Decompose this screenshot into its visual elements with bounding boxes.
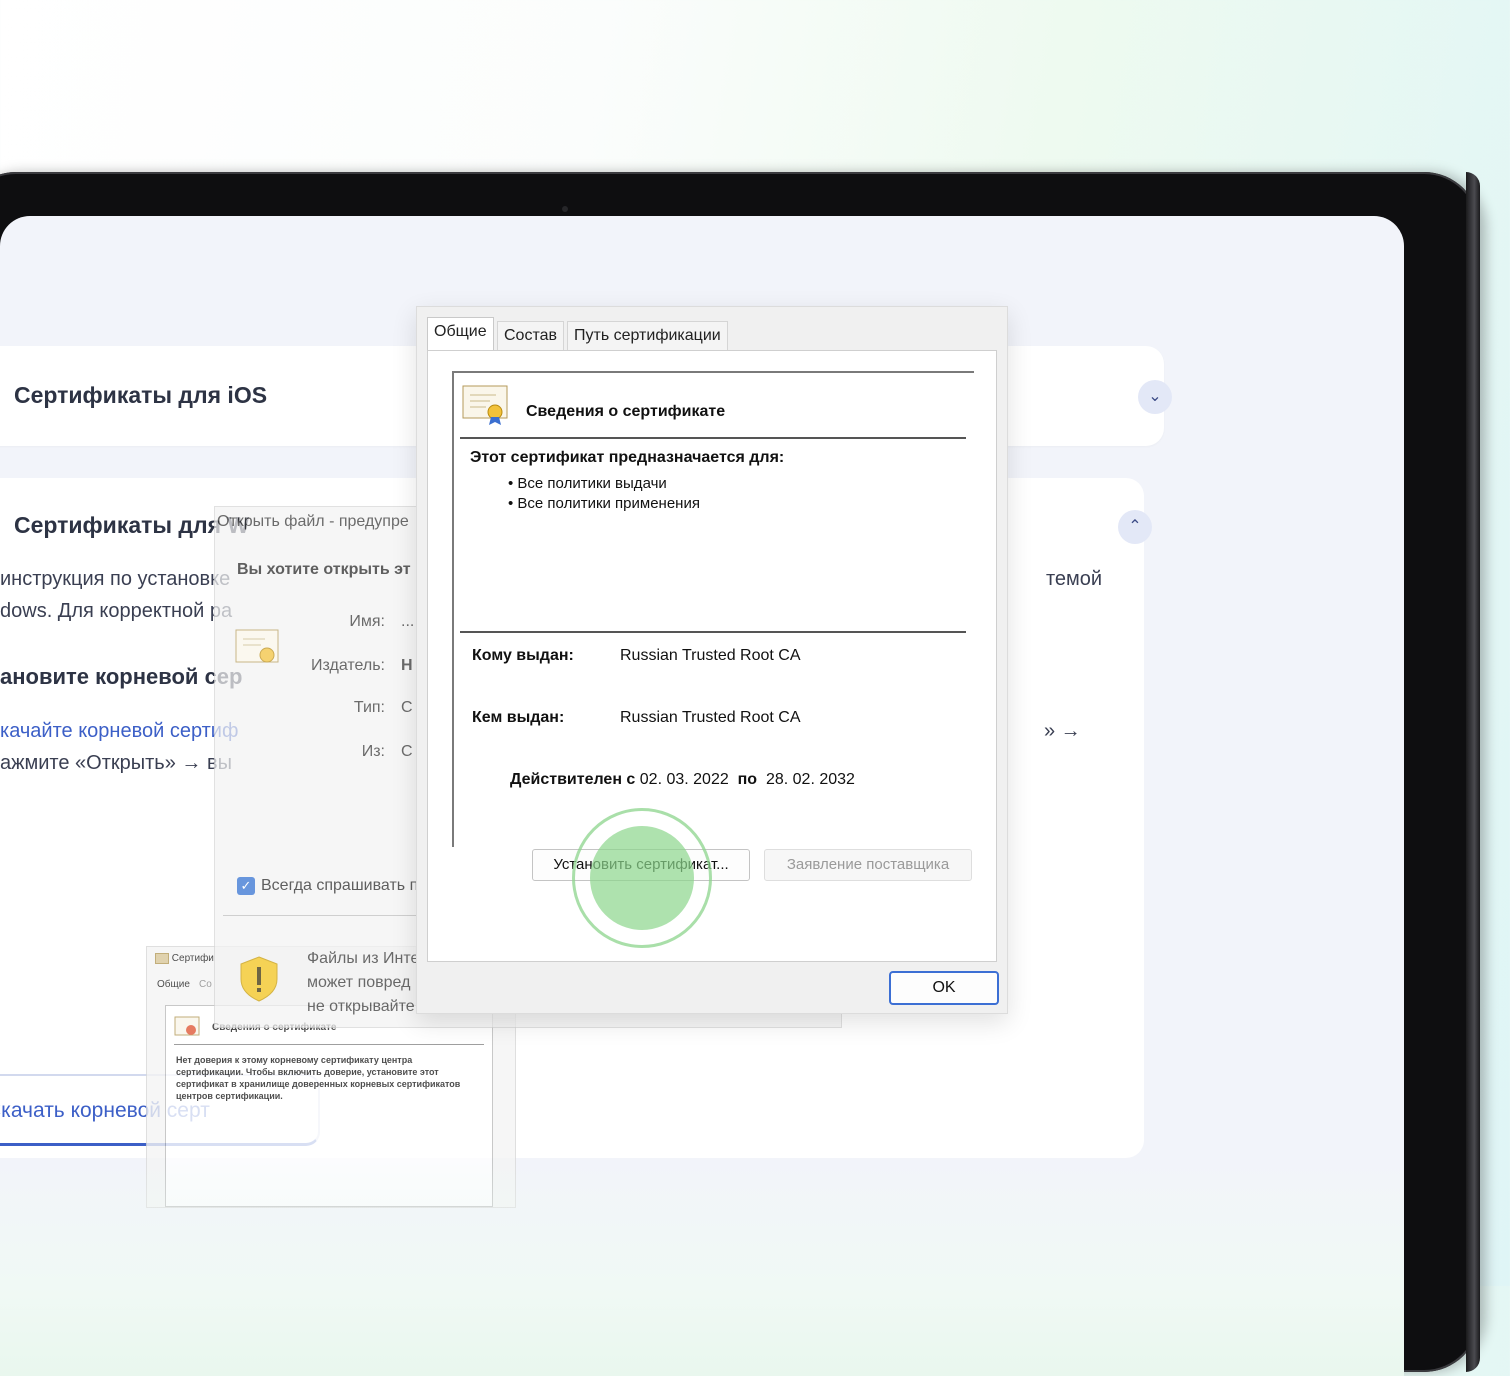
ok-button[interactable]: OK	[889, 971, 999, 1005]
purpose-text: Все политики выдачи	[517, 475, 667, 492]
purpose-text: Все политики применения	[517, 495, 700, 512]
mini-window-title: Сертифи	[155, 953, 214, 964]
issuer-statement-button[interactable]: Заявление поставщика	[764, 849, 972, 881]
always-ask-label: Всегда спрашивать п	[261, 877, 419, 894]
purpose-label: Этот сертификат предназначается для:	[470, 449, 785, 466]
ios-card-title: Сертификаты для iOS	[14, 382, 268, 408]
certificate-icon	[155, 953, 169, 964]
tab-composition[interactable]: Состав	[497, 321, 564, 350]
purpose-item: • Все политики выдачи	[508, 475, 667, 492]
certificate-icon	[235, 629, 279, 663]
issued-by-value: Russian Trusted Root CA	[620, 709, 801, 726]
step-heading: ановите корневой сер	[0, 664, 243, 689]
instruction-line-1: инструкция по установке	[0, 568, 231, 590]
mini-tab-general: Общие	[157, 979, 190, 990]
footer-line-1: Файлы из Инте	[307, 950, 420, 967]
certificate-info-title: Сведения о сертификате	[526, 403, 726, 420]
mini-warning-text: Нет доверия к этому корневому сертификат…	[176, 1055, 461, 1101]
step-line-2: ажмите «Открыть» → вы	[0, 752, 232, 774]
field-type-label: Тип:	[353, 699, 385, 716]
mini-title-text: Сертифи	[171, 953, 214, 965]
click-indicator-dot	[590, 826, 694, 930]
certificate-dialog: Общие Состав Путь сертификации Сведения …	[416, 306, 1008, 1014]
always-ask-checkbox[interactable]: ✓	[237, 877, 255, 895]
field-from-label: Из:	[361, 743, 385, 760]
warning-footer-text: Файлы из Инте может повред не открывайте	[307, 947, 419, 1019]
valid-to-label: по	[737, 771, 758, 788]
field-publisher-value: Н	[401, 657, 413, 674]
footer-line-2: может повред	[307, 974, 411, 991]
issued-to-label: Кому выдан:	[472, 647, 574, 664]
purpose-item: • Все политики применения	[508, 495, 700, 512]
warning-question: Вы хотите открыть эт	[237, 561, 411, 578]
warning-dialog-title: Открыть файл - предупре	[217, 513, 409, 530]
mini-tab-composition: Со	[199, 979, 212, 990]
field-from-value: С	[401, 743, 413, 760]
instruction-line-2: dows. Для корректной ра	[0, 600, 233, 622]
camera	[562, 206, 568, 212]
certificate-info-box: Сведения о сертификате Этот сертификат п…	[452, 371, 974, 847]
certificate-icon	[462, 385, 508, 425]
chevron-up-icon[interactable]: ⌃	[1118, 510, 1152, 544]
issued-by-label: Кем выдан:	[472, 709, 565, 726]
field-type-value: С	[401, 699, 413, 716]
screen: Сертификаты для iOS ⌄ Сертификаты для W …	[0, 216, 1404, 1376]
info-divider-bottom	[460, 631, 966, 633]
tab-certification-path[interactable]: Путь сертификации	[567, 321, 728, 350]
valid-from-value: 02. 03. 2022	[639, 771, 729, 788]
step-line-tail: » →	[1044, 720, 1081, 742]
laptop-frame: Сертификаты для iOS ⌄ Сертификаты для W …	[0, 172, 1480, 1376]
field-publisher-label: Издатель:	[311, 657, 385, 674]
tab-general[interactable]: Общие	[427, 317, 494, 352]
chevron-down-icon[interactable]: ⌄	[1138, 380, 1172, 414]
field-name-value: ...	[401, 613, 415, 630]
shield-warning-icon	[240, 956, 278, 1002]
certificate-icon	[174, 1016, 200, 1036]
mini-divider	[174, 1044, 484, 1045]
general-tab-panel: Сведения о сертификате Этот сертификат п…	[427, 350, 997, 962]
valid-from-label: Действителен с	[510, 771, 636, 788]
info-divider-top	[460, 437, 966, 439]
footer-line-3: не открывайте	[307, 998, 415, 1015]
download-root-link[interactable]: качайте корневой сертиф	[0, 720, 238, 743]
field-name-label: Имя:	[349, 613, 385, 630]
issued-to-value: Russian Trusted Root CA	[620, 647, 801, 664]
laptop-edge	[1466, 172, 1480, 1372]
valid-to-value: 28. 02. 2032	[765, 771, 855, 788]
instruction-line-1-tail: темой	[1046, 568, 1103, 590]
mini-info-box: Сведения о сертификате Нет доверия к это…	[165, 1005, 493, 1207]
validity-row: Действителен с 02. 03. 2022 по 28. 02. 2…	[510, 771, 855, 789]
